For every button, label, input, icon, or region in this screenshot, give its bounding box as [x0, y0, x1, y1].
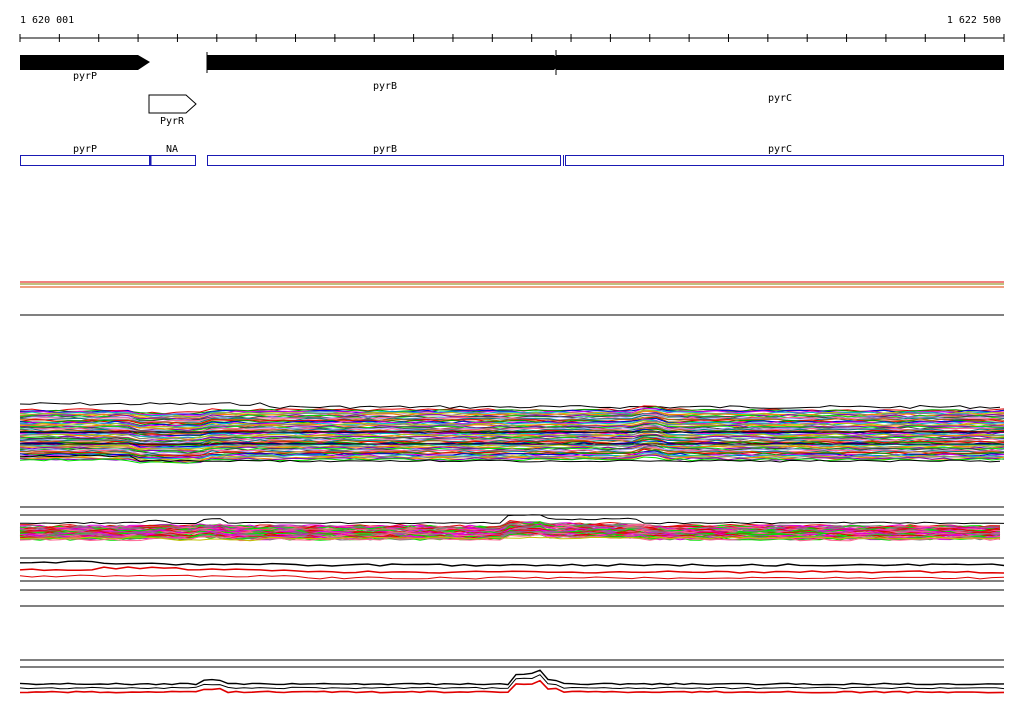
ruler-start-label: 1 620 001 [20, 15, 74, 26]
segment-pyrC-label: pyrC [768, 144, 792, 155]
expression-track-4 [19, 557, 1005, 607]
gene-PyrR-label: PyrR [160, 116, 185, 127]
gene-pyrC-label: pyrC [768, 93, 792, 104]
track-4-black-profile [19, 560, 1005, 567]
track-4-red-profile [19, 566, 1005, 574]
segment-pyrB-box[interactable] [207, 155, 561, 166]
gene-PyrR-arrow[interactable] [148, 94, 197, 114]
track-2-upper-envelope [19, 402, 1001, 410]
gene-pyrC-arrow[interactable] [556, 55, 1004, 70]
track-5-black-profile [19, 669, 1005, 686]
gene-pyrP-arrow[interactable] [20, 55, 150, 70]
ruler-end-label: 1 622 500 [947, 15, 1001, 26]
track-5-black-profile [19, 674, 1005, 690]
track-5-red-profile [19, 679, 1005, 694]
segment-pyrB-label: pyrB [373, 144, 397, 155]
gene-pyrP-label: pyrP [73, 71, 97, 82]
segment-track: pyrP NA pyrB pyrC [20, 144, 1004, 166]
segment-pyrC-box[interactable] [565, 155, 1004, 166]
gene-pyrB-arrow[interactable] [207, 55, 563, 70]
segment-pyrP-box[interactable] [20, 155, 150, 166]
track-4-red-profile [19, 574, 1005, 580]
gene-pyrB-label: pyrB [373, 81, 397, 92]
segment-pyrP-label: pyrP [73, 144, 97, 155]
segment-NA-label: NA [166, 144, 178, 155]
genome-browser-view: 1 620 001 1 622 500 pyrP PyrR pyrB pyrC … [0, 0, 1024, 714]
expression-track-5 [19, 659, 1005, 694]
expression-track-2 [19, 402, 1005, 464]
gene-track: pyrP PyrR pyrB pyrC [20, 50, 1004, 127]
coordinate-ruler: 1 620 001 1 622 500 [19, 15, 1005, 42]
expression-track-3 [19, 506, 1005, 542]
expression-track-1 [20, 281, 1004, 316]
segment-NA-box[interactable] [149, 155, 196, 166]
